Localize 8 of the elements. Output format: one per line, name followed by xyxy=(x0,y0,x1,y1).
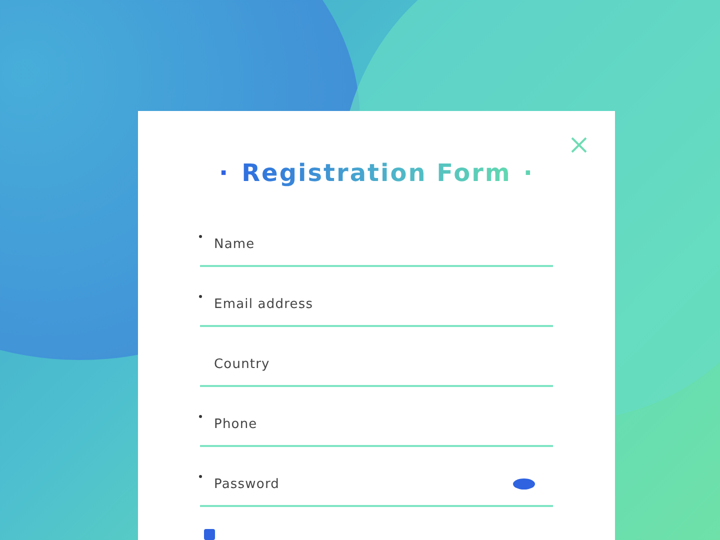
input-field[interactable]: Email address xyxy=(200,283,553,327)
input-field[interactable]: Country xyxy=(200,343,553,387)
input-field[interactable]: Phone xyxy=(200,403,553,447)
checkbox[interactable] xyxy=(204,529,215,540)
title-dot: · xyxy=(523,159,534,187)
title-dot: · xyxy=(218,159,230,187)
eye-icon[interactable] xyxy=(512,478,536,490)
input-field[interactable]: Name xyxy=(200,223,553,267)
